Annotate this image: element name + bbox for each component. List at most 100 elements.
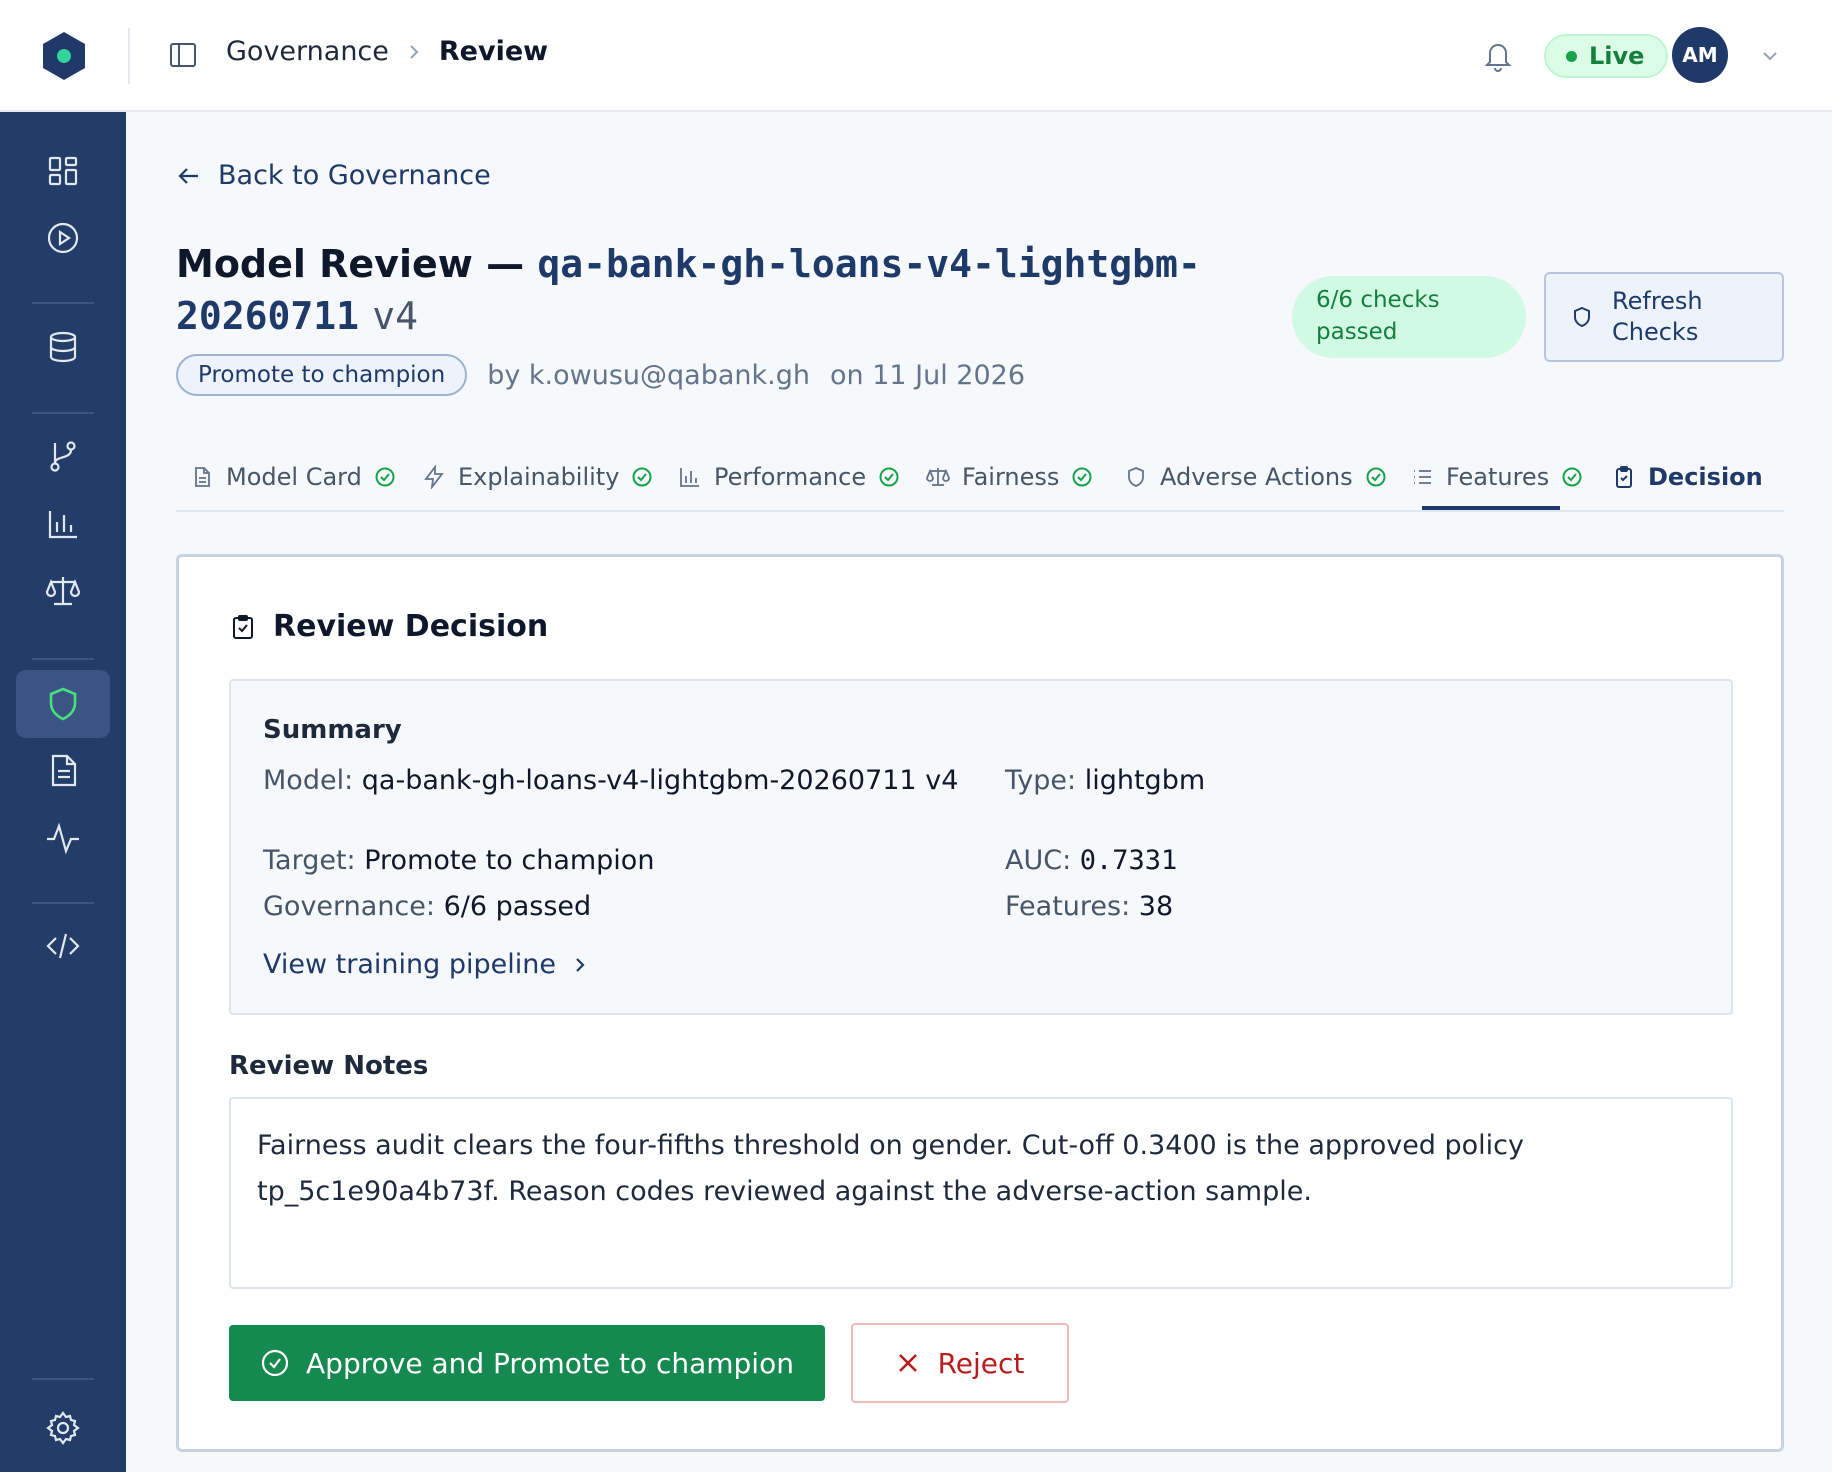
shield-icon[interactable] xyxy=(44,685,82,723)
live-dot-icon xyxy=(1566,50,1577,62)
target-value: Promote to champion xyxy=(364,845,655,876)
document-icon[interactable] xyxy=(44,752,82,790)
code-icon[interactable] xyxy=(44,927,82,965)
tab-label: Fairness xyxy=(962,463,1060,491)
target-badge: Promote to champion xyxy=(176,354,468,396)
title-version: v4 xyxy=(372,294,419,338)
tab-label: Features xyxy=(1446,463,1550,491)
git-branch-icon[interactable] xyxy=(44,437,82,475)
breadcrumb-review: Review xyxy=(438,36,549,67)
activity-icon[interactable] xyxy=(44,819,82,857)
tab-bar: Model Card Explainability Performance Fa… xyxy=(176,442,1784,512)
approve-button[interactable]: Approve and Promote to champion xyxy=(229,1325,825,1401)
top-bar: Governance Review Live AM xyxy=(0,0,1832,112)
back-link[interactable]: Back to Governance xyxy=(176,160,491,191)
tab-label: Explainability xyxy=(458,463,620,491)
refresh-checks-label: Refresh Checks xyxy=(1612,287,1703,346)
avatar[interactable]: AM xyxy=(1672,27,1728,83)
breadcrumb-governance[interactable]: Governance xyxy=(226,36,389,67)
check-circle-icon xyxy=(1562,467,1582,487)
reject-button-label: Reject xyxy=(937,1346,1025,1380)
author-text: by k.owusu@qabank.gh xyxy=(487,359,810,391)
model-value: qa-bank-gh-loans-v4-lightgbm-20260711 xyxy=(361,765,917,796)
check-circle-icon xyxy=(375,467,395,487)
tab-model-card[interactable]: Model Card xyxy=(190,442,396,512)
status-label: Live xyxy=(1589,42,1645,70)
reject-button[interactable]: Reject xyxy=(851,1323,1069,1403)
clipboard-check-icon xyxy=(233,614,253,639)
governance-label: Governance: xyxy=(263,891,435,922)
check-circle-icon xyxy=(1072,467,1092,487)
list-icon xyxy=(1414,470,1431,484)
tab-performance[interactable]: Performance xyxy=(678,442,900,512)
check-circle-icon xyxy=(879,467,899,487)
bolt-icon xyxy=(424,465,444,489)
tab-label: Model Card xyxy=(226,463,362,491)
type-label: Type: xyxy=(1005,765,1077,796)
summary-governance: Governance: 6/6 passed xyxy=(263,889,591,925)
play-circle-icon[interactable] xyxy=(44,219,82,257)
summary-type: Type: lightgbm xyxy=(1005,763,1205,799)
summary-heading: Summary xyxy=(263,715,402,745)
review-decision-card: Review Decision Summary Model: qa-bank-g… xyxy=(176,554,1784,1452)
breadcrumb: Governance Review xyxy=(226,36,548,67)
features-value: 38 xyxy=(1138,891,1174,922)
shield-icon xyxy=(1128,467,1144,487)
type-value: lightgbm xyxy=(1084,765,1206,796)
tab-explainability[interactable]: Explainability xyxy=(422,442,653,512)
check-circle-icon xyxy=(1366,467,1386,487)
shield-icon xyxy=(1574,306,1590,328)
sidebar-toggle-icon[interactable] xyxy=(168,40,198,70)
dashboard-icon[interactable] xyxy=(44,152,82,190)
meta-row: Promote to champion by k.owusu@qabank.gh… xyxy=(176,354,1025,396)
status-badge: Live xyxy=(1544,34,1669,78)
auc-value: 0.7331 xyxy=(1079,845,1178,876)
summary-model: Model: qa-bank-gh-loans-v4-lightgbm-2026… xyxy=(263,763,963,799)
card-title: Review Decision xyxy=(231,609,548,644)
sidebar-divider xyxy=(32,302,94,304)
close-icon xyxy=(898,1354,917,1372)
model-version: v4 xyxy=(925,765,959,796)
clipboard-check-icon xyxy=(1616,466,1632,488)
check-circle-icon xyxy=(261,1349,289,1377)
back-link-label: Back to Governance xyxy=(218,160,491,191)
date-text: on 11 Jul 2026 xyxy=(829,359,1026,391)
sidebar-divider xyxy=(32,902,94,904)
card-title-label: Review Decision xyxy=(273,609,549,644)
summary-auc: AUC: 0.7331 xyxy=(1005,843,1177,879)
database-icon[interactable] xyxy=(44,328,82,366)
scale-icon xyxy=(926,468,950,486)
tab-adverse-actions[interactable]: Adverse Actions xyxy=(1124,442,1387,512)
tab-decision[interactable]: Decision xyxy=(1612,442,1763,512)
tab-fairness[interactable]: Fairness xyxy=(926,442,1093,512)
summary-features: Features: 38 xyxy=(1005,889,1173,925)
top-divider xyxy=(128,28,130,84)
auc-label: AUC: xyxy=(1005,845,1072,876)
file-icon xyxy=(195,467,210,487)
refresh-checks-button[interactable]: Refresh Checks xyxy=(1544,272,1784,362)
bar-chart-icon[interactable] xyxy=(44,505,82,543)
review-notes-label: Review Notes xyxy=(229,1051,429,1081)
tab-features[interactable]: Features xyxy=(1410,442,1583,512)
review-notes-textarea[interactable]: Fairness audit clears the four-fifths th… xyxy=(229,1097,1733,1289)
chevron-down-icon[interactable] xyxy=(1760,46,1780,66)
tab-label: Decision xyxy=(1648,463,1763,491)
tab-label: Performance xyxy=(714,463,867,491)
page-title: Model Review — qa-bank-gh-loans-v4-light… xyxy=(176,238,1236,342)
scale-icon[interactable] xyxy=(44,572,82,610)
sidebar xyxy=(0,112,126,1472)
app-logo-icon[interactable] xyxy=(38,30,90,82)
approve-button-label: Approve and Promote to champion xyxy=(306,1346,794,1380)
pipeline-link-label: View training pipeline xyxy=(263,949,556,980)
chevron-right-icon xyxy=(576,957,585,972)
tab-label: Adverse Actions xyxy=(1160,463,1353,491)
sidebar-divider xyxy=(32,412,94,414)
summary-target: Target: Promote to champion xyxy=(263,843,654,879)
view-training-pipeline-link[interactable]: View training pipeline xyxy=(263,949,590,980)
bar-chart-icon xyxy=(680,468,699,487)
chevron-right-icon xyxy=(410,44,419,59)
gear-icon[interactable] xyxy=(44,1409,82,1447)
bell-icon[interactable] xyxy=(1482,38,1514,72)
arrow-left-icon xyxy=(178,167,198,184)
sidebar-divider xyxy=(32,658,94,660)
